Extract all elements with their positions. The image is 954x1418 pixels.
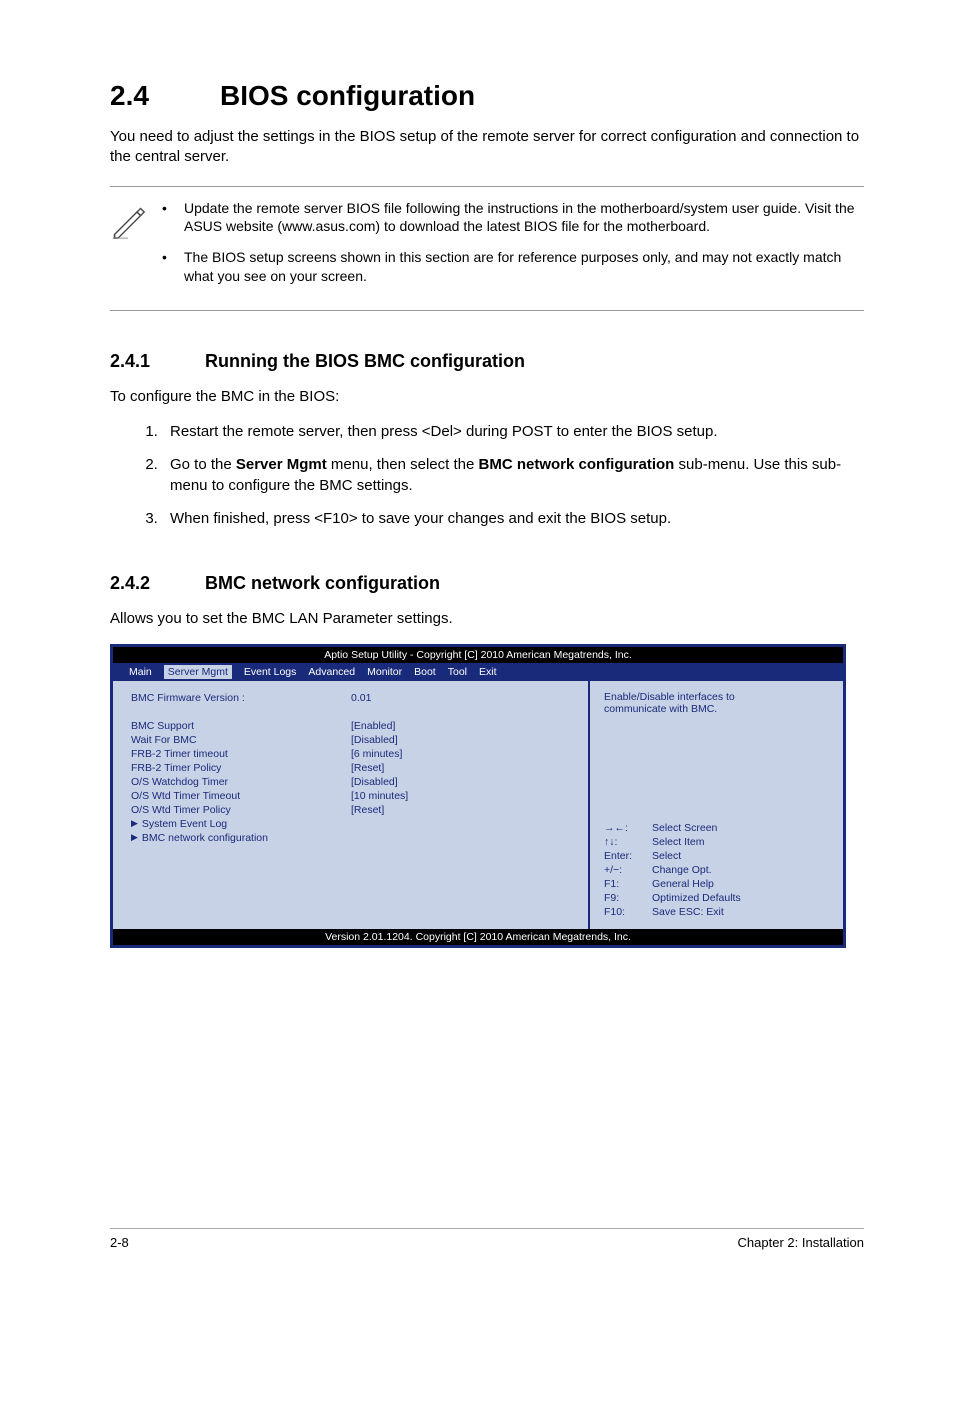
bios-menu-item[interactable]: Event Logs	[244, 666, 297, 678]
bios-menu-item[interactable]: Exit	[479, 666, 497, 678]
bios-setting-row[interactable]: O/S Wtd Timer Timeout[10 minutes]	[131, 789, 588, 803]
subsection-number: 2.4.1	[110, 351, 205, 372]
bios-footer-bar: Version 2.01.1204. Copyright [C] 2010 Am…	[113, 929, 843, 945]
bios-help-text: Enable/Disable interfaces to	[604, 691, 829, 703]
bios-title-bar: Aptio Setup Utility - Copyright [C] 2010…	[113, 647, 843, 663]
bios-help-pane: Enable/Disable interfaces to communicate…	[590, 681, 843, 929]
subsection-heading: 2.4.2BMC network configuration	[110, 573, 864, 594]
chapter-label: Chapter 2: Installation	[738, 1235, 864, 1250]
section-heading: 2.4BIOS configuration	[110, 80, 864, 112]
note-item: Update the remote server BIOS file follo…	[184, 199, 864, 237]
bios-setting-row[interactable]: O/S Watchdog Timer[Disabled]	[131, 775, 588, 789]
bios-submenu-item[interactable]: ▶BMC network configuration	[131, 831, 588, 845]
paragraph: Allows you to set the BMC LAN Parameter …	[110, 609, 864, 629]
page-footer: 2-8 Chapter 2: Installation	[110, 1228, 864, 1250]
bios-setting-row[interactable]: FRB-2 Timer timeout[6 minutes]	[131, 747, 588, 761]
bios-key-hint: F1:General Help	[604, 877, 829, 891]
bios-menu-item[interactable]: Monitor	[367, 666, 402, 678]
subsection-title: Running the BIOS BMC configuration	[205, 351, 525, 371]
bios-menu-item[interactable]: Advanced	[308, 666, 355, 678]
step-item: When finished, press <F10> to save your …	[162, 508, 864, 529]
bios-setting-row[interactable]: FRB-2 Timer Policy[Reset]	[131, 761, 588, 775]
bios-menu-item[interactable]: Main	[129, 666, 152, 678]
triangle-icon: ▶	[131, 832, 138, 844]
note-block: Update the remote server BIOS file follo…	[110, 186, 864, 312]
bios-help-text: communicate with BMC.	[604, 703, 829, 715]
bios-setting-row[interactable]: BMC Support[Enabled]	[131, 719, 588, 733]
bios-key-hint: F9:Optimized Defaults	[604, 891, 829, 905]
page-number: 2-8	[110, 1235, 129, 1250]
bios-key-hint: →←:Select Screen	[604, 821, 829, 835]
bios-menu-item[interactable]: Tool	[448, 666, 467, 678]
bios-setting-row[interactable]: O/S Wtd Timer Policy[Reset]	[131, 803, 588, 817]
paragraph: To configure the BMC in the BIOS:	[110, 387, 864, 407]
bios-key-hint: F10:Save ESC: Exit	[604, 905, 829, 919]
section-number: 2.4	[110, 80, 220, 112]
bios-menu-item[interactable]: Boot	[414, 666, 436, 678]
step-item: Restart the remote server, then press <D…	[162, 421, 864, 442]
subsection-title: BMC network configuration	[205, 573, 440, 593]
subsection-heading: 2.4.1Running the BIOS BMC configuration	[110, 351, 864, 372]
bios-screenshot: Aptio Setup Utility - Copyright [C] 2010…	[110, 644, 846, 948]
steps-list: Restart the remote server, then press <D…	[110, 421, 864, 529]
bios-setting-row[interactable]: BMC Firmware Version :0.01	[131, 691, 588, 705]
step-item: Go to the Server Mgmt menu, then select …	[162, 454, 864, 496]
triangle-icon: ▶	[131, 818, 138, 830]
pencil-icon	[110, 199, 154, 244]
note-item: The BIOS setup screens shown in this sec…	[184, 248, 864, 286]
intro-paragraph: You need to adjust the settings in the B…	[110, 127, 864, 168]
section-title: BIOS configuration	[220, 80, 475, 111]
bios-key-hint: +/−:Change Opt.	[604, 863, 829, 877]
subsection-number: 2.4.2	[110, 573, 205, 594]
bios-menu-item-selected[interactable]: Server Mgmt	[164, 665, 232, 679]
bios-menu-bar: Main Server Mgmt Event Logs Advanced Monitor…	[113, 663, 843, 681]
bios-left-pane: BMC Firmware Version :0.01 BMC Support[E…	[113, 681, 590, 929]
bios-key-hint: Enter:Select	[604, 849, 829, 863]
bios-key-hint: ↑↓:Select Item	[604, 835, 829, 849]
bios-submenu-item[interactable]: ▶System Event Log	[131, 817, 588, 831]
bios-setting-row[interactable]: Wait For BMC[Disabled]	[131, 733, 588, 747]
